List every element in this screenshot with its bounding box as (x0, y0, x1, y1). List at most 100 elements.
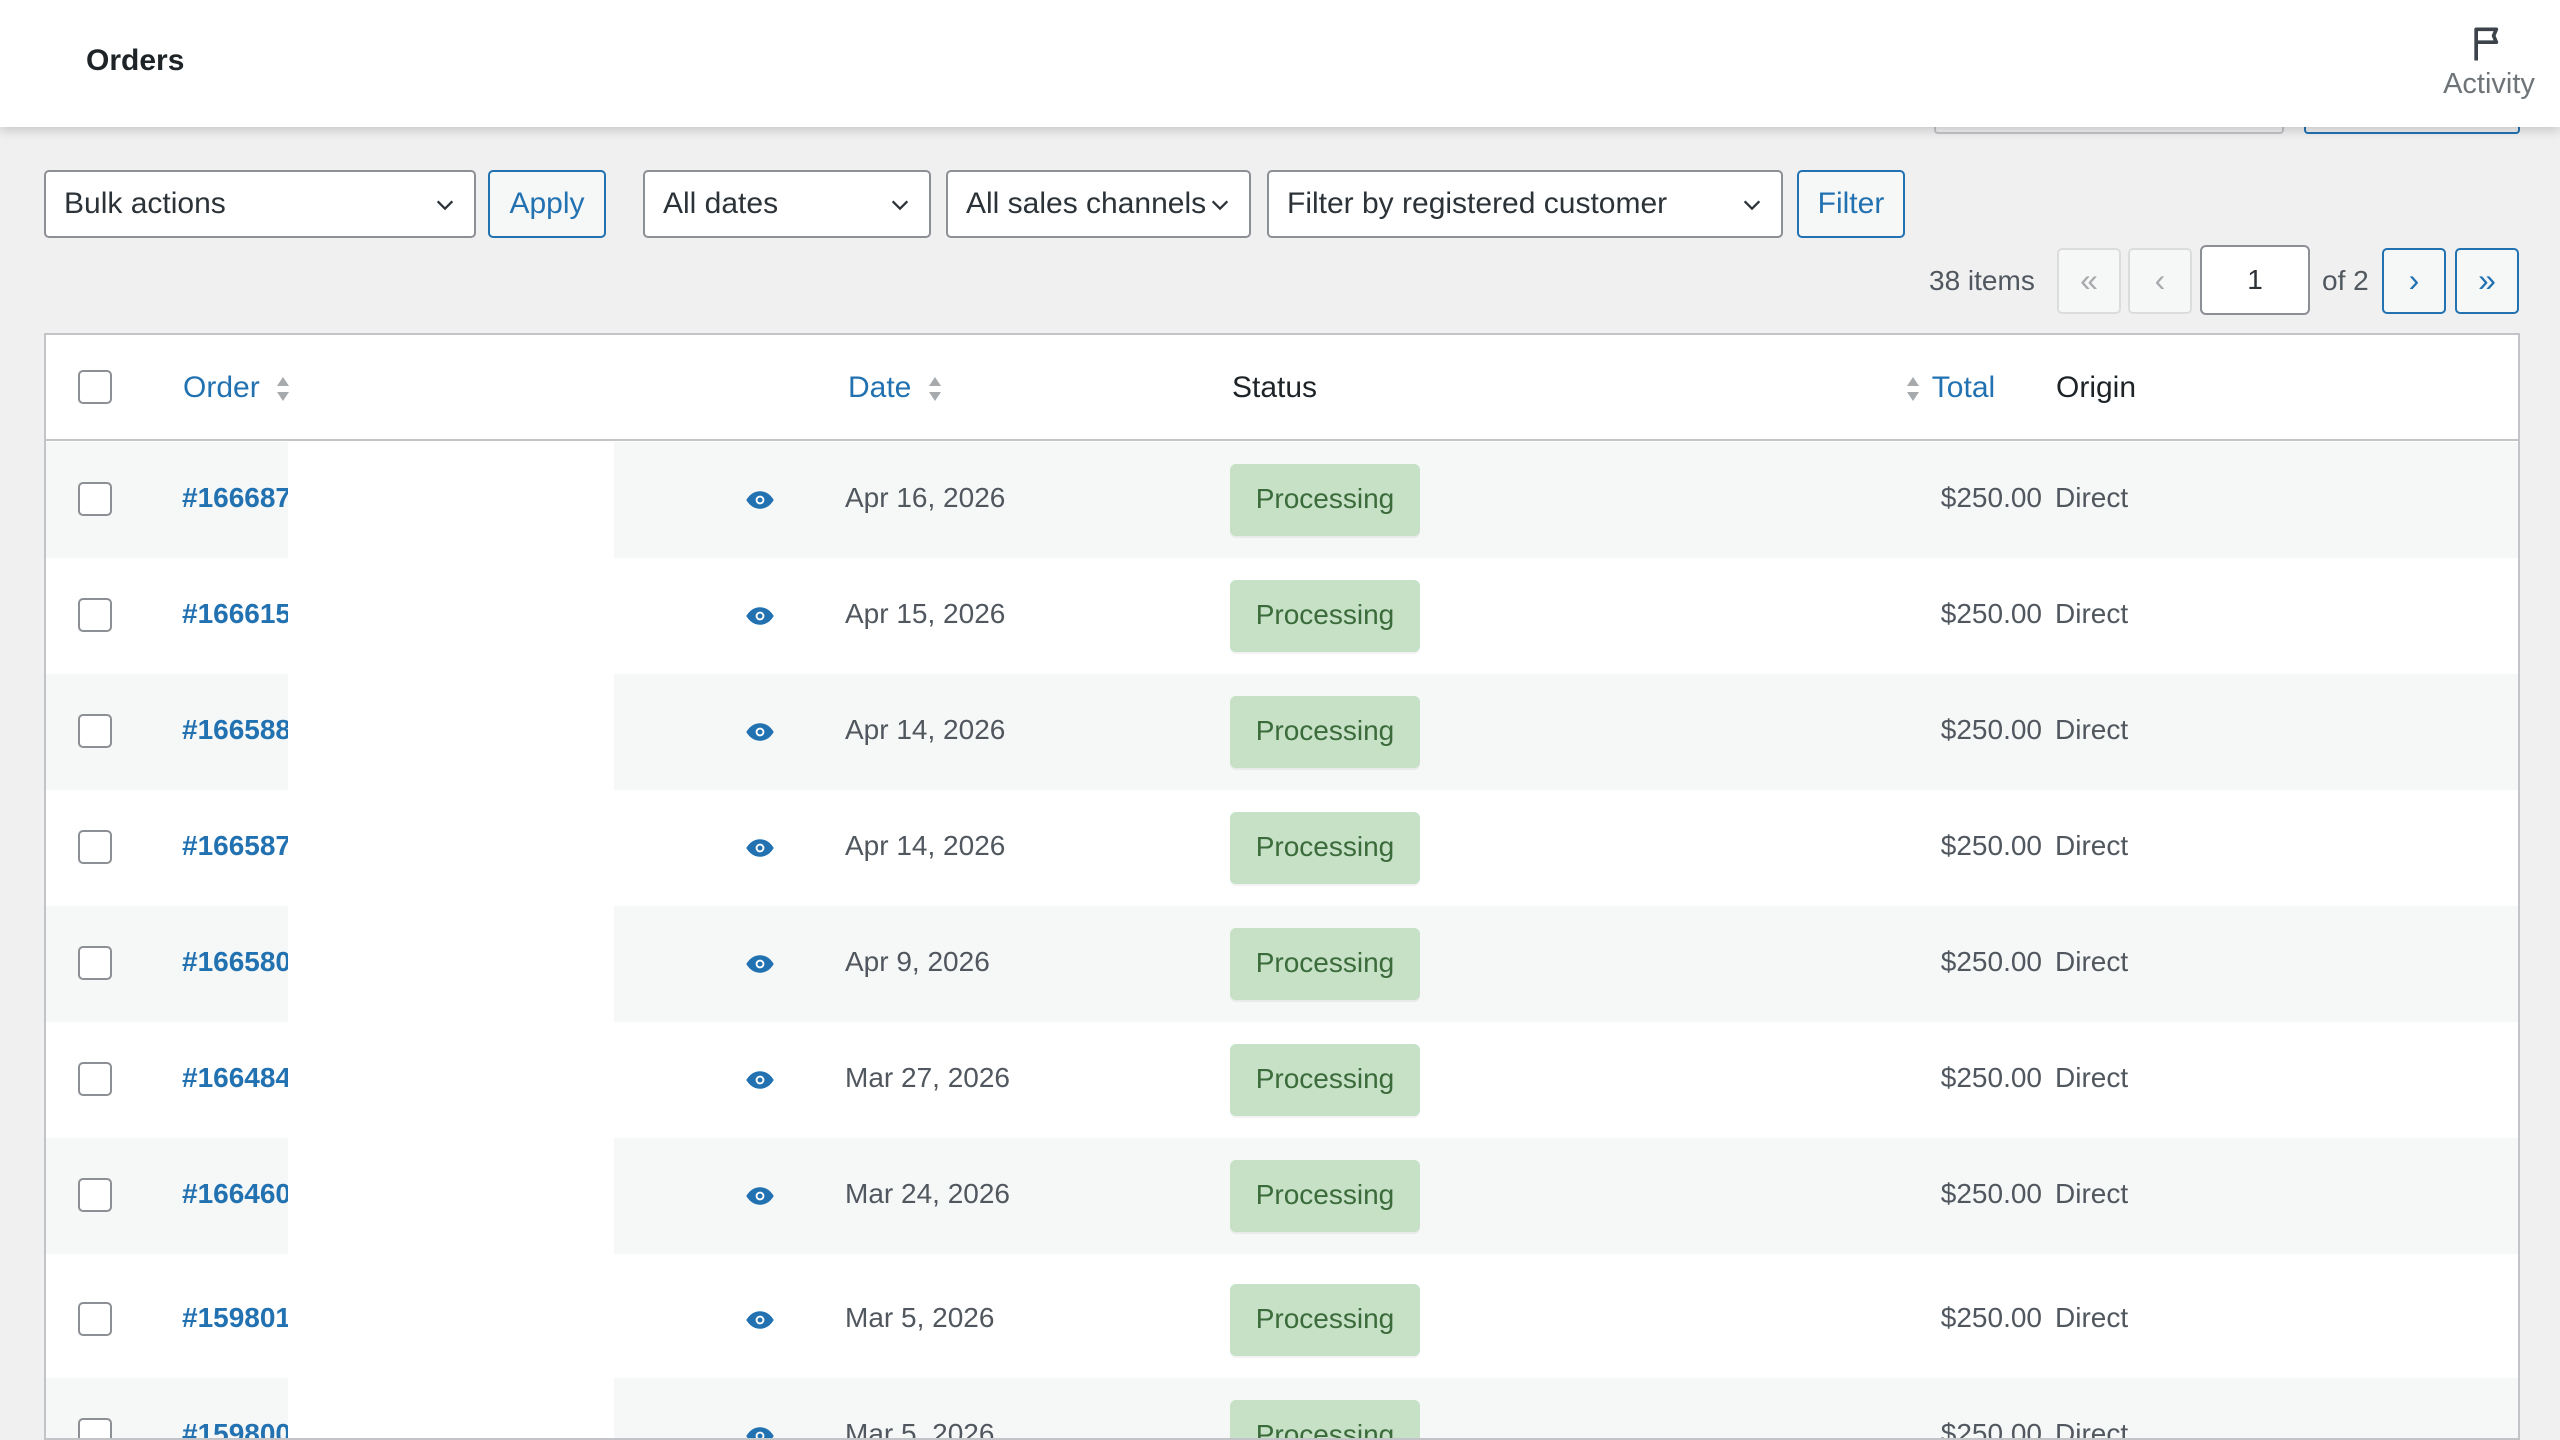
order-date: Mar 5, 2026 (845, 1418, 995, 1440)
chevron-down-icon (436, 200, 454, 211)
page-header: Orders Activity (0, 0, 2560, 127)
order-date: Mar 24, 2026 (845, 1178, 1010, 1209)
eye-icon[interactable] (744, 1181, 776, 1211)
row-checkbox[interactable] (78, 1062, 112, 1096)
order-number-link[interactable]: #159800 (182, 1418, 291, 1438)
filter-button[interactable]: Filter (1797, 170, 1905, 238)
order-total: $250.00 (1940, 482, 2042, 513)
order-date: Apr 14, 2026 (845, 714, 1006, 745)
status-column-header: Status (1232, 371, 1318, 404)
activity-button[interactable]: Activity (2434, 22, 2544, 101)
order-origin: Direct (2055, 1178, 2129, 1209)
order-number-link[interactable]: #166615 (182, 598, 291, 630)
redacted-customer-name (288, 442, 614, 558)
redacted-customer-name (288, 674, 614, 790)
first-page-button[interactable]: « (2057, 248, 2121, 314)
total-pages-label: of 2 (2322, 265, 2369, 296)
table-row[interactable]: #159801 Mar 5, 2026 Processing $250.00 Direc… (46, 1262, 2518, 1378)
apply-button[interactable]: Apply (488, 170, 606, 238)
chevron-down-icon (1743, 200, 1761, 211)
order-total: $250.00 (1940, 714, 2042, 745)
total-column-label: Total (1931, 371, 1996, 404)
eye-icon[interactable] (744, 833, 776, 863)
table-row[interactable]: #166460 Mar 24, 2026 Processing $250.00 Dire… (46, 1138, 2518, 1254)
table-row[interactable]: #166687 Apr 16, 2026 Processing $250.00 Dire… (46, 442, 2518, 558)
table-header: Order Date Status Total Origin (46, 335, 2518, 441)
eye-icon[interactable] (744, 1065, 776, 1095)
date-column-label: Date (848, 371, 912, 404)
order-date: Apr 16, 2026 (845, 482, 1006, 513)
order-origin: Direct (2055, 714, 2129, 745)
eye-icon[interactable] (744, 601, 776, 631)
status-badge: Processing (1230, 1284, 1420, 1356)
eye-icon[interactable] (744, 1421, 776, 1440)
items-count: 38 items (1929, 265, 2035, 296)
order-total: $250.00 (1940, 830, 2042, 861)
next-page-button[interactable]: › (2382, 248, 2446, 314)
redacted-customer-name (288, 1022, 614, 1138)
last-page-button[interactable]: » (2455, 248, 2519, 314)
redacted-customer-name (288, 1262, 614, 1378)
row-checkbox[interactable] (78, 482, 112, 516)
bulk-actions-select[interactable]: Bulk actions (44, 170, 476, 238)
order-total: $250.00 (1940, 1302, 2042, 1333)
order-origin: Direct (2055, 482, 2129, 513)
order-number-link[interactable]: #166687 (182, 482, 291, 514)
row-checkbox[interactable] (78, 1418, 112, 1438)
date-column-header[interactable]: Date (848, 371, 950, 405)
row-checkbox[interactable] (78, 1302, 112, 1336)
dates-filter-select[interactable]: All dates (643, 170, 931, 238)
order-number-link[interactable]: #166587 (182, 830, 291, 862)
order-origin: Direct (2055, 1302, 2129, 1333)
redacted-customer-name (288, 906, 614, 1022)
order-number-link[interactable]: #166484 (182, 1062, 291, 1094)
table-row[interactable]: #166587 Apr 14, 2026 Processing $250.00 Dire… (46, 790, 2518, 906)
order-total: $250.00 (1940, 1178, 2042, 1209)
customer-filter-select[interactable]: Filter by registered customer (1267, 170, 1783, 238)
order-date: Apr 14, 2026 (845, 830, 1006, 861)
order-total: $250.00 (1940, 946, 2042, 977)
order-column-label: Order (183, 371, 260, 404)
eye-icon[interactable] (744, 1305, 776, 1335)
order-number-link[interactable]: #159801 (182, 1302, 291, 1334)
row-checkbox[interactable] (78, 946, 112, 980)
order-date: Apr 15, 2026 (845, 598, 1006, 629)
eye-icon[interactable] (744, 949, 776, 979)
order-origin: Direct (2055, 598, 2129, 629)
redacted-customer-name (288, 790, 614, 906)
current-page-input[interactable]: 1 (2200, 245, 2310, 315)
sort-icon (928, 377, 941, 402)
order-total: $250.00 (1940, 1418, 2042, 1440)
order-column-header[interactable]: Order (183, 371, 298, 405)
order-number-link[interactable]: #166460 (182, 1178, 291, 1210)
order-number-link[interactable]: #166588 (182, 714, 291, 746)
sales-channels-label: All sales channels (966, 187, 1207, 220)
status-badge: Processing (1230, 1160, 1420, 1232)
row-checkbox[interactable] (78, 714, 112, 748)
chevron-down-icon (891, 200, 909, 211)
row-checkbox[interactable] (78, 598, 112, 632)
activity-label: Activity (2443, 68, 2535, 100)
table-row[interactable]: #166484 Mar 27, 2026 Processing $250.00 Dire… (46, 1022, 2518, 1138)
customer-filter-label: Filter by registered customer (1287, 187, 1668, 220)
order-total: $250.00 (1940, 598, 2042, 629)
eye-icon[interactable] (744, 485, 776, 515)
order-origin: Direct (2055, 946, 2129, 977)
redacted-customer-name (288, 558, 614, 674)
flag-icon (2474, 27, 2499, 61)
table-row[interactable]: #166615 Apr 15, 2026 Processing $250.00 Dire… (46, 558, 2518, 674)
previous-page-button[interactable]: ‹ (2128, 248, 2192, 314)
order-number-link[interactable]: #166580 (182, 946, 291, 978)
total-column-header[interactable]: Total (1904, 371, 1995, 405)
order-date: Apr 9, 2026 (845, 946, 990, 977)
table-row[interactable]: #166588 Apr 14, 2026 Processing $250.00 Dire… (46, 674, 2518, 790)
table-row[interactable]: #166580 Apr 9, 2026 Processing $250.00 Direc… (46, 906, 2518, 1022)
sales-channels-select[interactable]: All sales channels (946, 170, 1251, 238)
row-checkbox[interactable] (78, 830, 112, 864)
sort-icon (277, 377, 290, 402)
eye-icon[interactable] (744, 717, 776, 747)
row-checkbox[interactable] (78, 1178, 112, 1212)
status-badge: Processing (1230, 1044, 1420, 1116)
table-row[interactable]: #159800 Mar 5, 2026 Processing $250.00 Direc… (46, 1378, 2518, 1440)
select-all-checkbox[interactable] (78, 370, 112, 404)
